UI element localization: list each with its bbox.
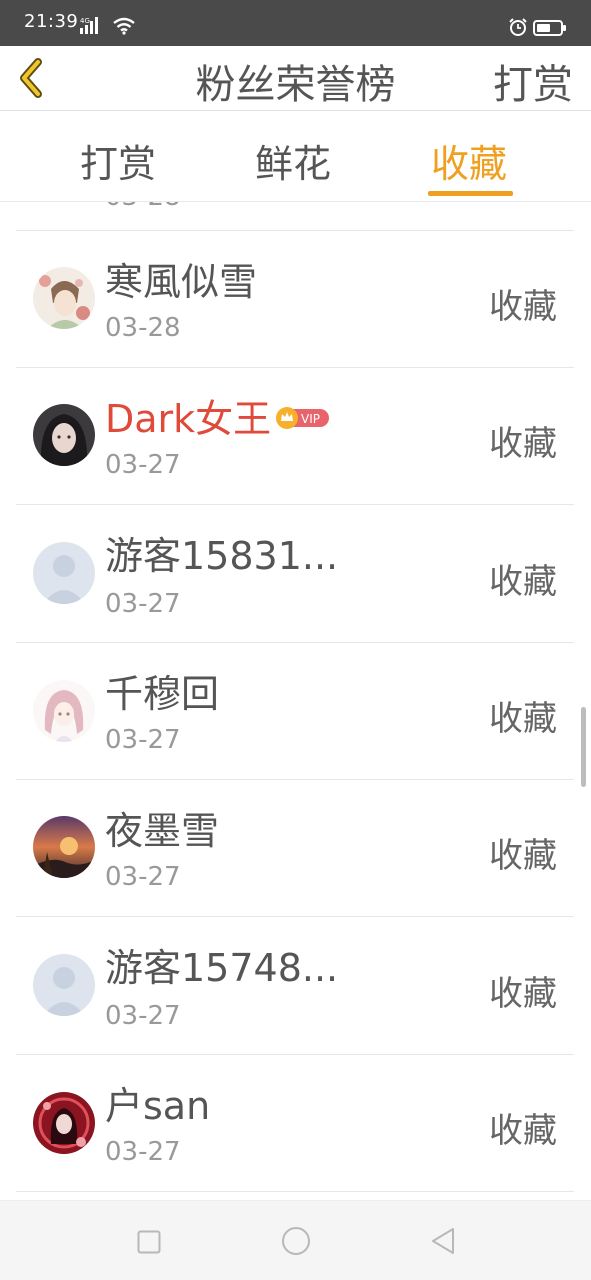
active-tab-indicator [428, 191, 513, 196]
recent-apps-icon[interactable] [137, 1230, 161, 1258]
battery-icon [533, 20, 567, 40]
user-name: Dark女王 [105, 397, 272, 441]
item-date: 03-27 [105, 589, 181, 619]
action-label: 收藏 [489, 836, 557, 876]
network-type-label: 4G [80, 17, 90, 25]
anime-boy-avatar [33, 267, 95, 329]
item-date: 03-27 [105, 862, 181, 892]
home-icon[interactable] [281, 1226, 311, 1260]
title-bar: 粉丝荣誉榜 打赏 [0, 46, 591, 110]
action-label: 收藏 [489, 699, 557, 739]
status-bar: 21:39 4G [0, 0, 591, 46]
alarm-icon [508, 17, 528, 41]
red-art-avatar [33, 1092, 95, 1154]
tab-bar: 打赏 鲜花 收藏 [0, 111, 591, 201]
row-divider [16, 1191, 574, 1192]
tab-flowers[interactable]: 鲜花 [255, 133, 331, 188]
user-name: 千穆回 [105, 672, 220, 716]
item-date: 03-27 [105, 1001, 181, 1031]
back-icon[interactable] [430, 1227, 456, 1259]
user-name: 寒風似雪 [105, 260, 258, 304]
list-item[interactable]: 游客15748... 03-27 收藏 [0, 917, 591, 1054]
screen: 21:39 4G 粉丝荣誉榜 打赏 打赏 鲜花 收藏 寒風似雪 03-28 收藏… [0, 0, 591, 1280]
sunset-scene-avatar [33, 816, 95, 878]
action-label: 收藏 [489, 1111, 557, 1151]
list-item[interactable]: 户san 03-27 收藏 [0, 1055, 591, 1192]
action-label: 收藏 [489, 974, 557, 1014]
tab-reward[interactable]: 打赏 [80, 133, 156, 188]
list-item[interactable]: 寒風似雪 03-28 收藏 [0, 231, 591, 368]
scrollbar[interactable] [581, 707, 586, 787]
list-item[interactable]: 游客15831... 03-27 收藏 [0, 505, 591, 642]
tab-favorites[interactable]: 收藏 [431, 133, 507, 188]
status-time: 21:39 [24, 11, 79, 32]
vip-label: VIP [301, 412, 320, 426]
vip-user-name: Dark女王 VIP [105, 388, 331, 444]
user-name: 户san [105, 1084, 211, 1128]
anime-girl-avatar [33, 680, 95, 742]
reward-button[interactable]: 打赏 [493, 52, 573, 110]
default-user-avatar [33, 954, 95, 1016]
action-label: 收藏 [489, 287, 557, 327]
navigation-bar [0, 1200, 591, 1280]
action-label: 收藏 [489, 424, 557, 464]
list-item[interactable]: 夜墨雪 03-27 收藏 [0, 780, 591, 917]
action-label: 收藏 [489, 562, 557, 602]
item-date: 03-27 [105, 450, 181, 480]
default-user-avatar [33, 542, 95, 604]
user-name: 游客15831... [105, 534, 339, 578]
fan-list[interactable]: 03-28 寒風似雪 03-28 收藏 [0, 202, 591, 1200]
partial-item-date: 03-28 [105, 202, 181, 212]
wifi-icon [112, 17, 136, 39]
item-date: 03-27 [105, 1137, 181, 1167]
vip-badge: VIP [275, 396, 331, 440]
item-date: 03-27 [105, 725, 181, 755]
list-item[interactable]: Dark女王 VIP 03-27 收藏 [0, 368, 591, 505]
item-date: 03-28 [105, 313, 181, 343]
user-name: 游客15748... [105, 946, 339, 990]
signal-icon: 4G [80, 16, 106, 40]
user-name: 夜墨雪 [105, 809, 220, 853]
girl-photo-avatar [33, 404, 95, 466]
list-item[interactable]: 千穆回 03-27 收藏 [0, 643, 591, 780]
